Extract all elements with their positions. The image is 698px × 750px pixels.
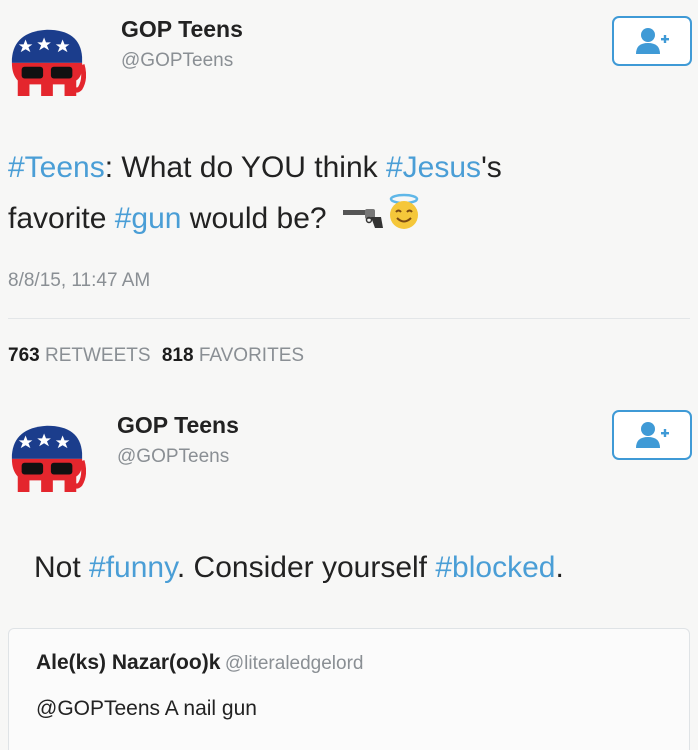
author-name[interactable]: GOP Teens: [121, 16, 243, 43]
gop-elephant-logo: [11, 29, 87, 97]
author-handle[interactable]: @GOPTeens: [121, 50, 233, 72]
quoted-author-name[interactable]: Ale(ks) Nazar(oo)k: [36, 651, 220, 674]
tweet-text-segment: . Consider yourself: [176, 551, 436, 584]
tweet-line-2: favorite #gun would be?: [8, 193, 688, 247]
favorites-count[interactable]: 818: [162, 345, 194, 366]
follow-user-icon: [636, 422, 669, 448]
avatar[interactable]: [8, 20, 87, 103]
tweet-text: #Teens: What do YOU think #Jesus's favor…: [8, 142, 688, 247]
tweet-text-segment: : What do YOU think: [104, 151, 386, 184]
retweets-label[interactable]: RETWEETS: [45, 345, 151, 366]
tweet-text-segment: .: [555, 551, 564, 584]
quoted-tweet[interactable]: Ale(ks) Nazar(oo)k @literaledgelord @GOP…: [8, 628, 690, 750]
quoted-author: Ale(ks) Nazar(oo)k @literaledgelord: [36, 651, 363, 675]
hashtag-blocked[interactable]: #blocked: [435, 551, 555, 584]
tweet-line-1: #Teens: What do YOU think #Jesus's: [8, 142, 688, 193]
retweets-count[interactable]: 763: [8, 345, 40, 366]
tweet-stats: 763 RETWEETS 818 FAVORITES: [8, 345, 304, 367]
halo-smile-emoji: [385, 193, 423, 247]
hashtag-jesus[interactable]: #Jesus: [386, 151, 481, 184]
tweet-text-segment: 's: [481, 151, 502, 184]
follow-button[interactable]: [612, 410, 692, 460]
hashtag-teens[interactable]: #Teens: [8, 151, 105, 184]
tweet-text-segment: Not: [34, 551, 90, 584]
quoted-author-handle[interactable]: @literaledgelord: [225, 653, 364, 674]
follow-user-icon: [636, 28, 669, 54]
hashtag-gun[interactable]: #gun: [115, 202, 182, 235]
tweet-text-segment: favorite: [8, 202, 115, 235]
hashtag-funny[interactable]: #funny: [89, 551, 177, 584]
divider: [8, 318, 690, 319]
tweet-timestamp[interactable]: 8/8/15, 11:47 AM: [8, 270, 150, 292]
tweet-text: Not #funny. Consider yourself #blocked.: [34, 542, 684, 593]
avatar[interactable]: [8, 416, 87, 499]
tweet-text-segment: would be?: [181, 202, 327, 235]
follow-button[interactable]: [612, 16, 692, 66]
favorites-label[interactable]: FAVORITES: [199, 345, 304, 366]
author-name[interactable]: GOP Teens: [117, 412, 239, 439]
gop-elephant-logo: [11, 425, 87, 493]
author-handle[interactable]: @GOPTeens: [117, 446, 229, 468]
quoted-text: @GOPTeens A nail gun: [36, 697, 257, 720]
gun-icon: [341, 195, 385, 246]
